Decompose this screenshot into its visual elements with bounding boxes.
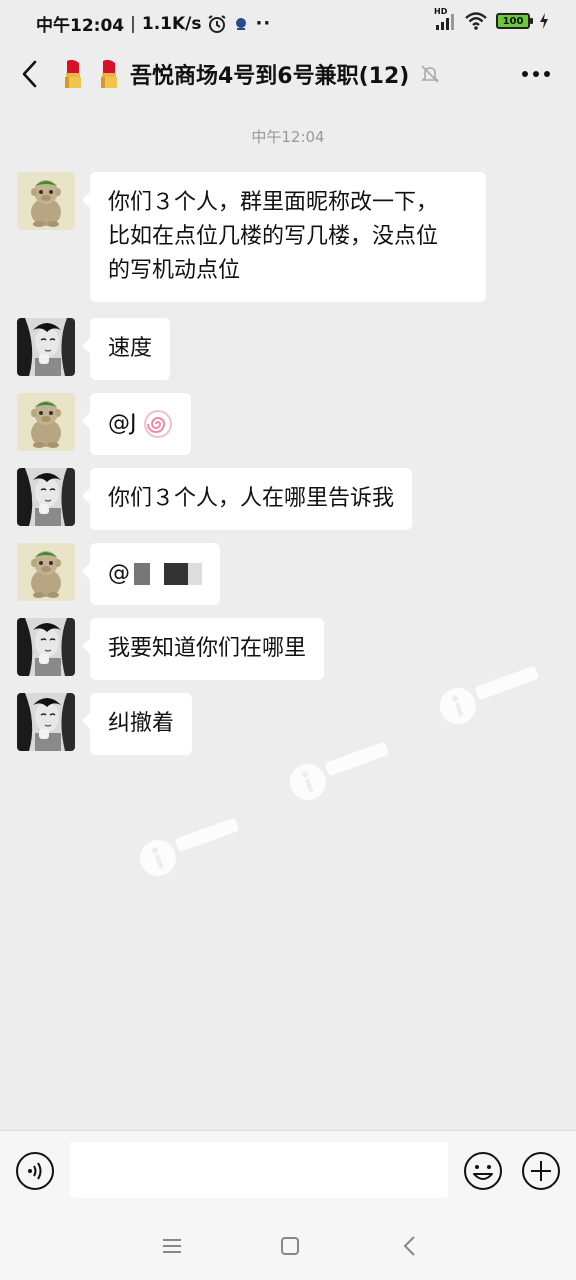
- more-dots-icon: [522, 71, 550, 77]
- message-item: 你们３个人，群里面昵称改一下， 比如在点位几楼的写几楼，没点位 的写机动点位: [17, 172, 486, 302]
- plus-icon: [522, 1152, 560, 1190]
- chat-title[interactable]: 吾悦商场4号到6号兼职(12): [130, 58, 409, 90]
- message-text: 纠撤着: [108, 711, 175, 736]
- watermark-logo: [439, 666, 539, 724]
- avatar-girl[interactable]: [17, 618, 75, 676]
- status-left: 中午12:04 | 1.1K/s ··: [36, 11, 271, 36]
- more-notifications-icon: ··: [255, 13, 272, 34]
- message-text: 我要知道你们在哪里: [108, 636, 307, 661]
- message-item: @: [17, 543, 220, 605]
- alarm-icon: [208, 14, 227, 33]
- voice-input-button[interactable]: [15, 1151, 55, 1191]
- voice-icon: [16, 1152, 54, 1190]
- status-right: HD 100: [434, 7, 550, 31]
- message-text: 你们３个人，群里面昵称改一下， 比如在点位几楼的写几楼，没点位 的写机动点位: [108, 190, 439, 283]
- message-text: 速度: [108, 336, 153, 361]
- back-triangle-icon: [403, 1236, 415, 1256]
- avatar-girl[interactable]: [17, 318, 75, 376]
- message-text: 你们３个人，人在哪里告诉我: [108, 486, 395, 511]
- message-bubble[interactable]: @J: [82, 393, 191, 455]
- lipstick-emoji-icon-2: [101, 59, 117, 88]
- watermark-logo: [289, 742, 389, 800]
- menu-nav-button[interactable]: [160, 1234, 184, 1258]
- message-bubble[interactable]: 我要知道你们在哪里: [81, 618, 325, 680]
- avatar-girl[interactable]: [17, 468, 75, 526]
- emoji-icon: [464, 1152, 502, 1190]
- message-list[interactable]: 中午12:04 你们３个人，群里面昵称改一下， 比如在点位几楼的写几楼，没点位 …: [0, 106, 576, 1128]
- network-speed: 1.1K/s: [141, 13, 202, 34]
- emoji-button[interactable]: [463, 1151, 503, 1191]
- watermark-logo: [139, 818, 239, 876]
- message-bubble[interactable]: 速度: [81, 318, 171, 380]
- message-text: @J: [108, 411, 137, 436]
- avatar-monkey[interactable]: [17, 543, 75, 601]
- message-bubble[interactable]: 纠撤着: [81, 693, 193, 755]
- message-bubble[interactable]: @: [82, 543, 220, 605]
- system-nav-bar: [0, 1212, 576, 1280]
- message-input[interactable]: [70, 1142, 448, 1198]
- status-separator: |: [130, 13, 136, 34]
- mute-bell-icon: [421, 65, 440, 83]
- message-item: 我要知道你们在哪里: [17, 618, 325, 680]
- more-options-button[interactable]: [518, 62, 554, 86]
- redacted-mosaic: [134, 563, 202, 585]
- chat-header: 吾悦商场4号到6号兼职(12): [0, 44, 576, 104]
- message-item: @J: [17, 393, 191, 455]
- status-bar: 中午12:04 | 1.1K/s ·· HD 100: [0, 0, 576, 44]
- message-bubble[interactable]: 你们３个人，人在哪里告诉我: [81, 468, 413, 530]
- avatar-girl[interactable]: [17, 693, 75, 751]
- home-nav-button[interactable]: [278, 1234, 302, 1258]
- battery-indicator: 100: [496, 13, 533, 29]
- status-time: 中午12:04: [36, 16, 125, 36]
- message-text: @: [108, 561, 130, 586]
- back-nav-button[interactable]: [398, 1234, 422, 1258]
- message-timestamp: 中午12:04: [251, 128, 325, 146]
- message-item: 纠撤着: [17, 693, 193, 755]
- app-notification-icon: [236, 17, 247, 30]
- home-square-icon: [281, 1237, 299, 1255]
- menu-icon: [163, 1239, 181, 1253]
- avatar-monkey[interactable]: [17, 393, 75, 451]
- chat-title-group: 吾悦商场4号到6号兼职(12): [58, 58, 441, 90]
- wechat-screen: 中午12:04 | 1.1K/s ·· HD 100 吾悦商场4号到6号兼职(1…: [0, 0, 576, 1280]
- back-arrow-icon: [22, 60, 37, 88]
- lipstick-emoji-icon: [65, 59, 81, 88]
- signal-icon: HD: [434, 7, 456, 31]
- fishcake-emoji-icon: [143, 410, 172, 438]
- back-button[interactable]: [14, 56, 44, 92]
- charging-icon: [540, 13, 548, 29]
- message-item: 你们３个人，人在哪里告诉我: [17, 468, 413, 530]
- input-bar: [0, 1130, 576, 1213]
- wifi-icon: [465, 12, 487, 30]
- message-bubble[interactable]: 你们３个人，群里面昵称改一下， 比如在点位几楼的写几楼，没点位 的写机动点位: [82, 172, 486, 302]
- more-functions-button[interactable]: [521, 1151, 561, 1191]
- avatar-monkey[interactable]: [17, 172, 75, 230]
- message-item: 速度: [17, 318, 171, 380]
